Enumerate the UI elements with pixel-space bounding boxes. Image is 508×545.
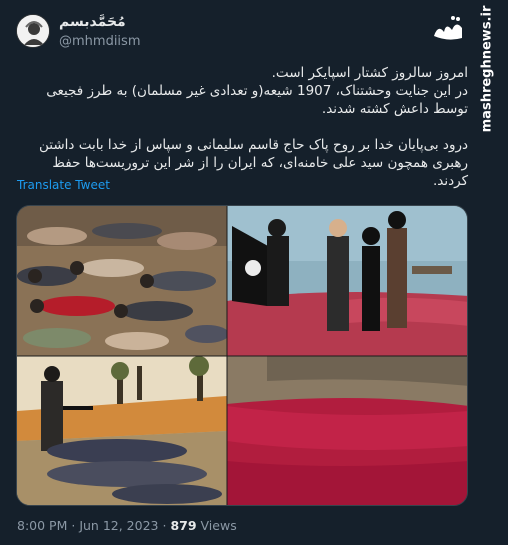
tweet-date[interactable]: Jun 12, 2023 [79,518,158,533]
mashregh-url-watermark: mashreghnews.ir [479,5,495,133]
tweet-time[interactable]: 8:00 PM [17,518,67,533]
mashregh-logo [428,10,468,50]
tweet-media[interactable] [16,205,468,506]
photo-bottom-left [17,356,227,505]
tweet-paragraph-1: امروز سالروز کشتار اسپایکر است. در این ج… [46,65,468,117]
translate-tweet-link[interactable]: Translate Tweet [17,178,110,192]
avatar-image [17,15,49,47]
media-collage-image [17,206,467,505]
views-label: Views [200,518,237,533]
meta-separator: · [162,518,167,533]
avatar[interactable] [16,14,50,48]
photo-top-left [17,206,229,356]
photo-bottom-right [227,356,467,505]
meta-separator: · [71,518,76,533]
author-handle[interactable]: @mhmdiism [59,34,140,49]
photo-top-right [227,206,467,356]
author-display-name[interactable]: مُحَمَّدبسم [59,14,126,30]
views-count: 879 [170,518,197,533]
tweet-meta: 8:00 PM · Jun 12, 2023 · 879 Views [17,518,237,533]
tweet: مُحَمَّدبسم @mhmdiism mashreghnews.ir ام… [0,0,508,545]
